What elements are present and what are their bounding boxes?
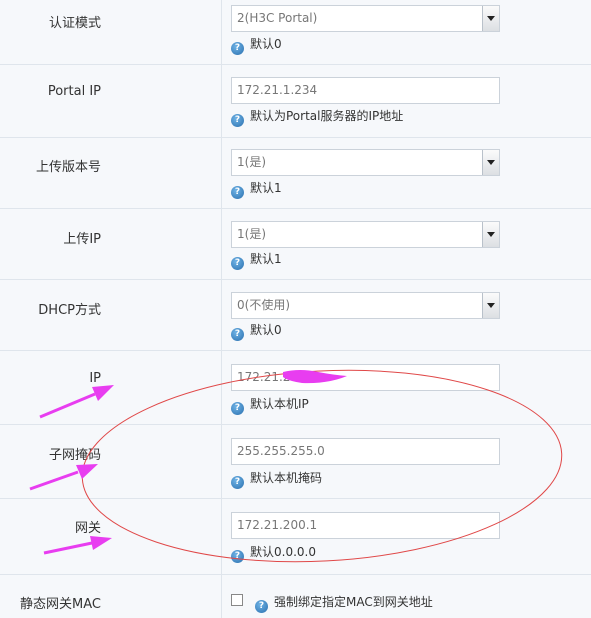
ip-value: 172.21.2 [237, 370, 291, 384]
ip-label: IP [89, 371, 101, 386]
static-gateway-mac-hint: ? 强制绑定指定MAC到网关地址 [255, 593, 433, 613]
gateway-hint: ? 默认0.0.0.0 [231, 543, 316, 563]
column-divider [221, 279, 222, 350]
portal-ip-hint: ? 默认为Portal服务器的IP地址 [231, 107, 403, 127]
row-gateway: 网关 172.21.200.1 ? 默认0.0.0.0 [0, 498, 591, 575]
gateway-hint-text: 默认0.0.0.0 [250, 545, 316, 559]
dhcp-mode-label: DHCP方式 [38, 303, 101, 318]
upload-ip-value: 1(是) [237, 227, 266, 241]
row-subnet-mask: 子网掩码 255.255.255.0 ? 默认本机掩码 [0, 424, 591, 499]
auth-mode-hint: ? 默认0 [231, 35, 282, 55]
auth-mode-select[interactable]: 2(H3C Portal) [231, 5, 500, 32]
info-icon: ? [231, 42, 244, 55]
portal-ip-input[interactable]: 172.21.1.234 [231, 77, 500, 104]
chevron-down-icon[interactable] [482, 6, 499, 31]
upload-version-value: 1(是) [237, 155, 266, 169]
subnet-mask-input[interactable]: 255.255.255.0 [231, 438, 500, 465]
ip-hint: ? 默认本机IP [231, 395, 309, 415]
info-icon: ? [231, 114, 244, 127]
info-icon: ? [231, 476, 244, 489]
bind-mac-checkbox[interactable] [231, 594, 243, 606]
info-icon: ? [231, 257, 244, 270]
dhcp-mode-select[interactable]: 0(不使用) [231, 292, 500, 319]
chevron-down-icon[interactable] [482, 150, 499, 175]
gateway-label: 网关 [74, 521, 101, 536]
row-auth-mode: 认证模式 2(H3C Portal) ? 默认0 [0, 0, 591, 65]
info-icon: ? [255, 600, 268, 613]
info-icon: ? [231, 402, 244, 415]
column-divider [221, 574, 222, 618]
gateway-input[interactable]: 172.21.200.1 [231, 512, 500, 539]
upload-ip-select[interactable]: 1(是) [231, 221, 500, 248]
info-icon: ? [231, 550, 244, 563]
subnet-mask-value: 255.255.255.0 [237, 444, 325, 458]
dhcp-mode-hint: ? 默认0 [231, 321, 282, 341]
upload-version-hint-text: 默认1 [250, 181, 282, 195]
upload-ip-hint-text: 默认1 [250, 252, 282, 266]
dhcp-mode-value: 0(不使用) [237, 298, 290, 312]
subnet-mask-hint-text: 默认本机掩码 [250, 471, 323, 485]
info-icon: ? [231, 186, 244, 199]
upload-version-hint: ? 默认1 [231, 179, 282, 199]
dhcp-mode-hint-text: 默认0 [250, 323, 282, 337]
row-static-gateway-mac: 静态网关MAC ? 强制绑定指定MAC到网关地址 [0, 574, 591, 618]
portal-ip-value: 172.21.1.234 [237, 83, 318, 97]
column-divider [221, 424, 222, 498]
chevron-down-icon[interactable] [482, 222, 499, 247]
chevron-down-icon[interactable] [482, 293, 499, 318]
portal-ip-hint-text: 默认为Portal服务器的IP地址 [250, 109, 404, 123]
ip-hint-text: 默认本机IP [250, 397, 309, 411]
auth-mode-value: 2(H3C Portal) [237, 11, 318, 25]
column-divider [221, 137, 222, 208]
row-dhcp-mode: DHCP方式 0(不使用) ? 默认0 [0, 279, 591, 351]
upload-version-select[interactable]: 1(是) [231, 149, 500, 176]
auth-mode-label: 认证模式 [48, 16, 101, 31]
row-ip: IP 172.21.2 ? 默认本机IP [0, 350, 591, 425]
gateway-value: 172.21.200.1 [237, 518, 318, 532]
upload-ip-label: 上传IP [63, 232, 101, 247]
ip-input[interactable]: 172.21.2 [231, 364, 500, 391]
subnet-mask-hint: ? 默认本机掩码 [231, 469, 322, 489]
row-upload-ip: 上传IP 1(是) ? 默认1 [0, 208, 591, 280]
column-divider [221, 498, 222, 574]
column-divider [221, 208, 222, 279]
auth-mode-hint-text: 默认0 [250, 37, 282, 51]
info-icon: ? [231, 328, 244, 341]
upload-ip-hint: ? 默认1 [231, 250, 282, 270]
static-gateway-mac-label: 静态网关MAC [20, 597, 101, 612]
row-upload-version: 上传版本号 1(是) ? 默认1 [0, 137, 591, 209]
column-divider [221, 350, 222, 424]
column-divider [221, 64, 222, 137]
upload-version-label: 上传版本号 [35, 160, 101, 175]
portal-ip-label: Portal IP [47, 84, 101, 99]
subnet-mask-label: 子网掩码 [48, 448, 101, 463]
column-divider [221, 0, 222, 64]
static-gateway-mac-hint-text: 强制绑定指定MAC到网关地址 [274, 595, 433, 609]
row-portal-ip: Portal IP 172.21.1.234 ? 默认为Portal服务器的IP地… [0, 64, 591, 138]
